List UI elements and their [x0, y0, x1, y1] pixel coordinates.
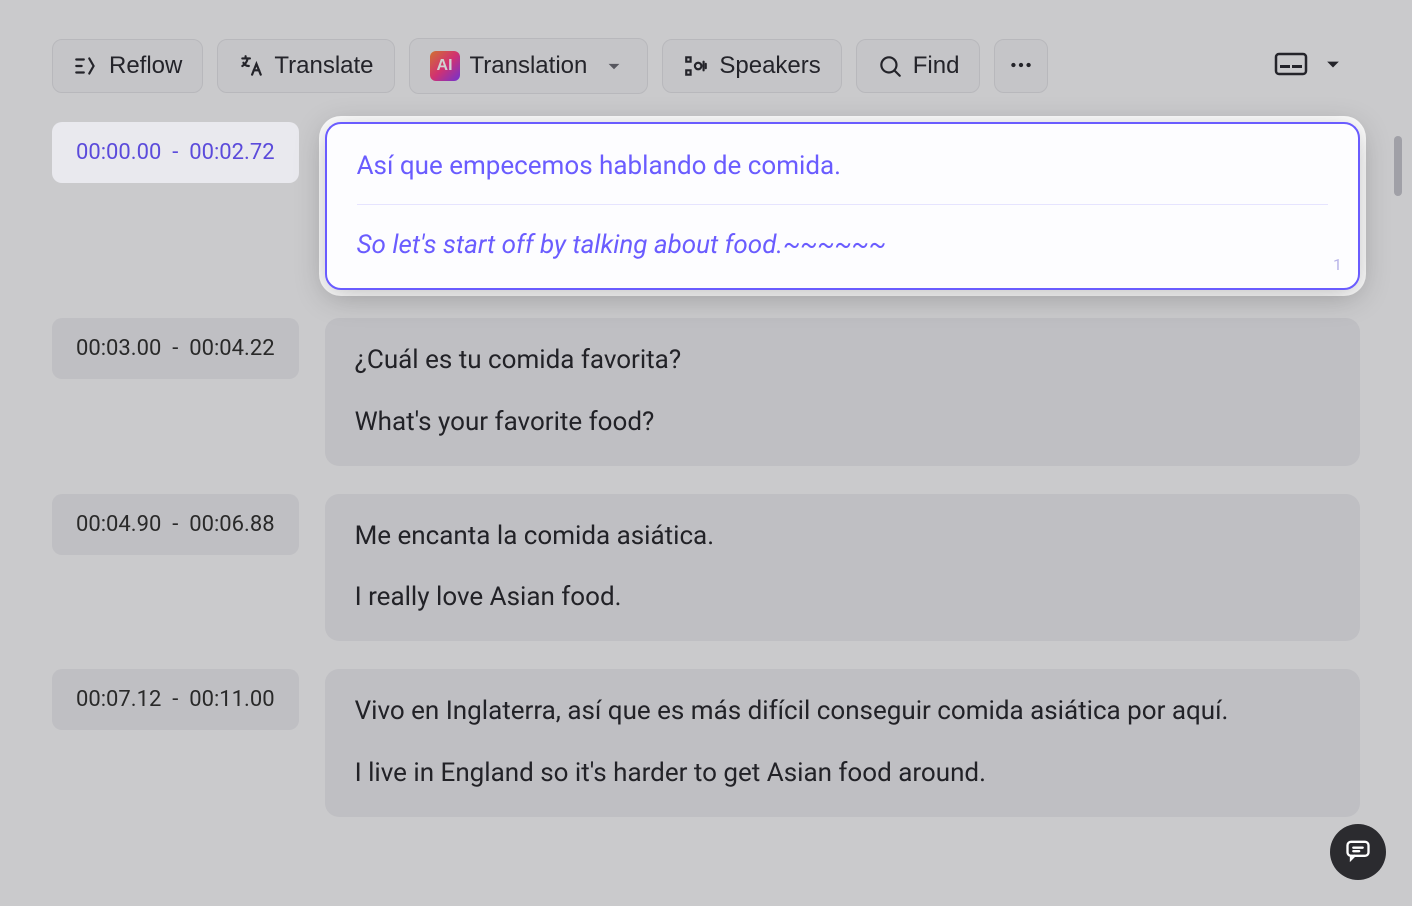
translate-label: Translate — [274, 52, 373, 80]
source-text: ¿Cuál es tu comida favorita? — [355, 342, 1330, 380]
target-text: What's your favorite food? — [355, 404, 1330, 442]
timecode[interactable]: 00:00.00 - 00:02.72 — [52, 122, 299, 183]
assistant-fab[interactable] — [1330, 824, 1386, 880]
reflow-button[interactable]: Reflow — [52, 39, 203, 93]
reflow-icon — [73, 53, 99, 79]
target-text: I really love Asian food. — [355, 579, 1330, 617]
start-time: 00:07.12 — [76, 687, 161, 712]
timecode[interactable]: 00:07.12 - 00:11.00 — [52, 669, 299, 730]
scrollbar-thumb[interactable] — [1394, 136, 1402, 196]
translation-dropdown[interactable]: AI Translation — [409, 38, 649, 94]
search-icon — [877, 53, 903, 79]
subtitle-row[interactable]: 00:07.12 - 00:11.00 Vivo en Inglaterra, … — [52, 669, 1360, 816]
translate-button[interactable]: Translate — [217, 39, 394, 93]
speakers-label: Speakers — [719, 52, 820, 80]
subtitle-row[interactable]: 00:04.90 - 00:06.88 Me encanta la comida… — [52, 494, 1360, 641]
subtitle-content[interactable]: Me encanta la comida asiática. I really … — [325, 494, 1360, 641]
end-time: 00:02.72 — [189, 140, 274, 165]
ellipsis-icon — [1008, 52, 1034, 81]
subtitle-content[interactable]: ¿Cuál es tu comida favorita? What's your… — [325, 318, 1360, 465]
start-time: 00:03.00 — [76, 336, 161, 361]
end-time: 00:06.88 — [189, 512, 274, 537]
more-options-button[interactable] — [994, 39, 1048, 93]
translation-label: Translation — [470, 52, 588, 80]
reflow-label: Reflow — [109, 52, 182, 80]
chat-icon — [1344, 836, 1372, 868]
subtitle-view-toggle[interactable] — [1264, 42, 1360, 90]
source-text[interactable]: Así que empecemos hablando de comida. — [357, 148, 1328, 205]
timecode[interactable]: 00:04.90 - 00:06.88 — [52, 494, 299, 555]
subtitle-content[interactable]: Así que empecemos hablando de comida. So… — [325, 122, 1360, 290]
chevron-down-icon — [1316, 50, 1350, 82]
end-time: 00:11.00 — [189, 687, 274, 712]
ai-badge-icon: AI — [430, 51, 460, 81]
subtitle-icon — [1274, 50, 1308, 82]
subtitle-content[interactable]: Vivo en Inglaterra, así que es más difíc… — [325, 669, 1360, 816]
target-text: I live in England so it's harder to get … — [355, 755, 1330, 793]
end-time: 00:04.22 — [189, 336, 274, 361]
line-number: 1 — [1333, 253, 1342, 276]
start-time: 00:00.00 — [76, 140, 161, 165]
source-text: Me encanta la comida asiática. — [355, 518, 1330, 556]
chevron-down-icon — [601, 53, 627, 79]
translate-icon — [238, 53, 264, 79]
speakers-icon — [683, 53, 709, 79]
subtitle-row[interactable]: 00:03.00 - 00:04.22 ¿Cuál es tu comida f… — [52, 318, 1360, 465]
source-text: Vivo en Inglaterra, así que es más difíc… — [355, 693, 1330, 731]
target-text[interactable]: So let's start off by talking about food… — [357, 227, 1328, 265]
toolbar: Reflow Translate AI Translation Speakers — [52, 38, 1360, 94]
timecode[interactable]: 00:03.00 - 00:04.22 — [52, 318, 299, 379]
subtitle-rows: 00:00.00 - 00:02.72 Así que empecemos ha… — [52, 122, 1360, 817]
start-time: 00:04.90 — [76, 512, 161, 537]
find-label: Find — [913, 52, 960, 80]
speakers-button[interactable]: Speakers — [662, 39, 841, 93]
find-button[interactable]: Find — [856, 39, 981, 93]
subtitle-row[interactable]: 00:00.00 - 00:02.72 Así que empecemos ha… — [52, 122, 1360, 290]
